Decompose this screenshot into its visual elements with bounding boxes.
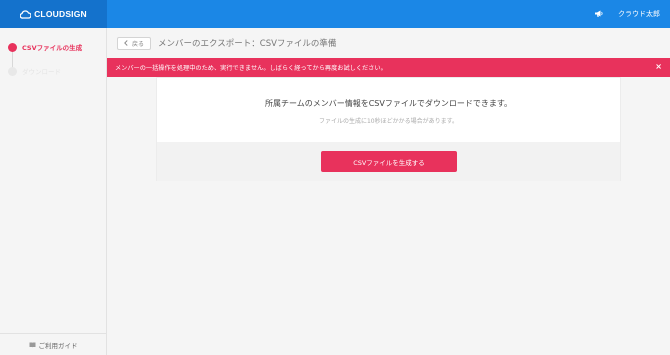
back-button[interactable]: 戻る — [117, 36, 152, 50]
sidebar: CSVファイルの生成 ダウンロード ご利用ガイド — [0, 28, 107, 355]
page-header: 戻る メンバーのエクスポート：CSVファイルの準備 — [107, 28, 670, 58]
step-label: ダウンロード — [22, 68, 61, 76]
user-name[interactable]: クラウド太郎 — [618, 9, 660, 19]
step-active-dot — [8, 42, 17, 52]
alert-message: メンバーの一括操作を処理中のため、実行できません。しばらく経ってから再度お試しく… — [115, 65, 387, 72]
card-sub-message: ファイルの生成に10秒ほどかかる場合があります。 — [318, 118, 459, 125]
top-bar: CLOUDSIGN クラウド太郎 — [0, 0, 670, 28]
back-label: 戻る — [132, 40, 145, 48]
step-inactive-dot — [8, 66, 17, 76]
close-icon[interactable]: × — [655, 62, 662, 71]
guide-label: ご利用ガイド — [38, 341, 78, 350]
chevron-left-icon — [124, 40, 128, 46]
card-footer: CSVファイルを生成する — [157, 142, 620, 181]
generate-csv-button[interactable]: CSVファイルを生成する — [321, 151, 457, 172]
export-card: 所属チームのメンバー情報をCSVファイルでダウンロードできます。 ファイルの生成… — [156, 77, 621, 181]
book-icon — [29, 342, 35, 347]
top-right-menu: クラウド太郎 — [594, 0, 660, 28]
cloud-logo-icon — [20, 9, 32, 19]
megaphone-icon[interactable] — [594, 9, 604, 20]
logo-text: CLOUDSIGN — [34, 9, 87, 19]
step-download: ダウンロード — [8, 66, 61, 76]
step-csv-generate: CSVファイルの生成 — [8, 42, 82, 52]
usage-guide-link[interactable]: ご利用ガイド — [0, 333, 106, 355]
step-label: CSVファイルの生成 — [22, 44, 83, 52]
error-alert: メンバーの一括操作を処理中のため、実行できません。しばらく経ってから再度お試しく… — [107, 58, 670, 77]
logo: CLOUDSIGN — [20, 9, 87, 19]
logo-area[interactable]: CLOUDSIGN — [0, 0, 107, 28]
page-title: メンバーのエクスポート：CSVファイルの準備 — [158, 39, 337, 49]
card-message: 所属チームのメンバー情報をCSVファイルでダウンロードできます。 — [264, 99, 513, 108]
